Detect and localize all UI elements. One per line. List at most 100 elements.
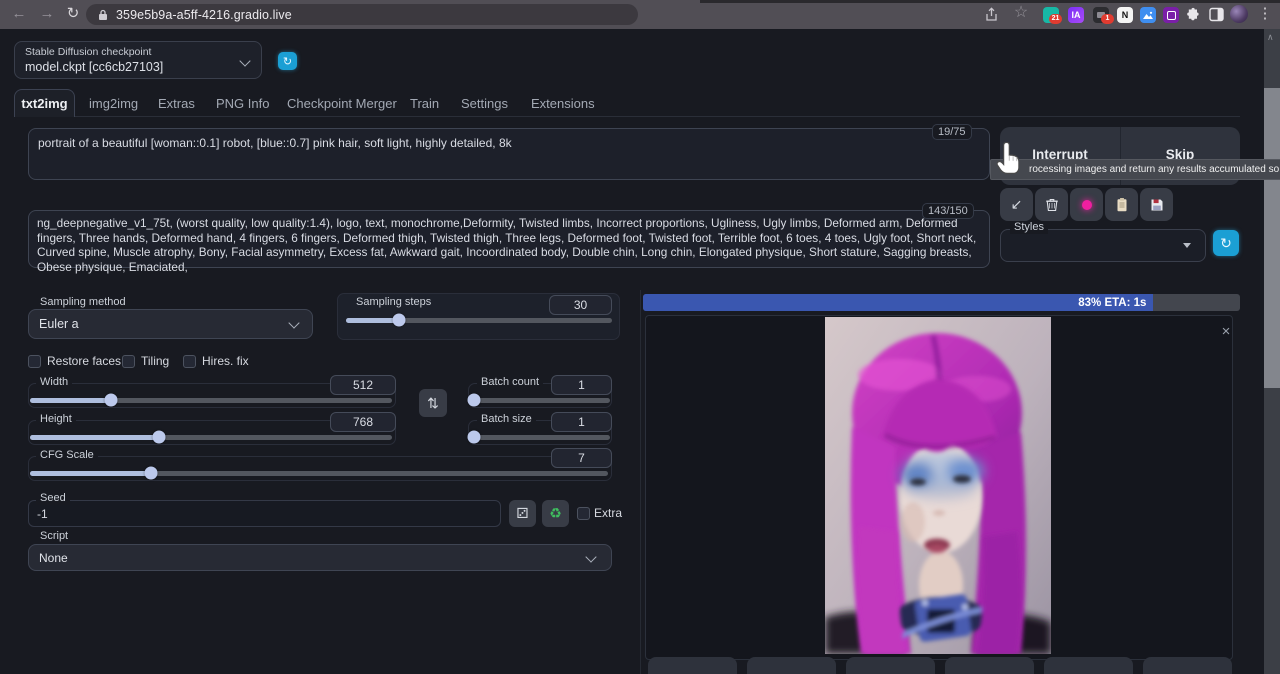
negative-prompt-textarea[interactable]: ng_deepnegative_v1_75t, (worst quality, … (28, 210, 990, 268)
script-value: None (39, 551, 68, 565)
interrupt-tooltip: rocessing images and return any results … (990, 159, 1280, 180)
tab-extras[interactable]: Extras (158, 96, 195, 111)
profile-avatar[interactable] (1230, 5, 1248, 23)
forward-icon[interactable]: → (36, 3, 58, 25)
seed-input[interactable]: -1 (28, 500, 501, 527)
sampling-method-select[interactable]: Euler a (28, 309, 313, 339)
slider-thumb[interactable] (105, 394, 118, 407)
close-image-icon[interactable]: × (1218, 323, 1234, 340)
hires-fix-label: Hires. fix (202, 354, 249, 368)
back-icon[interactable]: ← (8, 3, 30, 25)
share-icon[interactable] (984, 7, 999, 22)
progress-text: 83% ETA: 1s (1078, 297, 1146, 309)
sampling-steps-label: Sampling steps (352, 296, 435, 309)
width-slider[interactable] (30, 393, 392, 407)
checkpoint-label: Stable Diffusion checkpoint (25, 46, 151, 58)
height-input[interactable]: 768 (330, 412, 396, 432)
scrollbar-track[interactable]: ∧ (1264, 29, 1280, 674)
restore-faces-checkbox[interactable] (28, 355, 41, 368)
slider-thumb[interactable] (152, 431, 165, 444)
sampling-steps-value: 30 (574, 298, 587, 312)
refresh-checkpoint-button[interactable]: ↻ (278, 52, 297, 70)
tab-png-info[interactable]: PNG Info (216, 96, 269, 111)
slider-thumb[interactable] (468, 394, 481, 407)
prompt-textarea[interactable]: portrait of a beautiful [woman::0.1] rob… (28, 128, 990, 180)
tab-train[interactable]: Train (410, 96, 439, 111)
prompt-token-counter: 19/75 (932, 124, 972, 140)
lock-icon (98, 9, 108, 21)
sampling-steps-slider[interactable] (346, 313, 612, 327)
scroll-up-icon[interactable]: ∧ (1267, 32, 1274, 43)
gallery-action-button[interactable] (846, 657, 935, 674)
batch-count-value: 1 (578, 378, 585, 392)
gallery-action-button[interactable] (747, 657, 836, 674)
batch-count-input[interactable]: 1 (551, 375, 612, 395)
height-slider[interactable] (30, 430, 392, 444)
kebab-menu-icon[interactable]: ⋮ (1254, 3, 1276, 25)
batch-count-slider[interactable] (470, 393, 610, 407)
height-value: 768 (353, 415, 373, 429)
tab-img2img[interactable]: img2img (89, 96, 138, 111)
tab-underline (75, 116, 1240, 117)
cfg-scale-value: 7 (578, 451, 585, 465)
extension-icon-photos[interactable] (1140, 7, 1156, 23)
reload-icon[interactable]: ↻ (62, 3, 84, 25)
cfg-scale-slider[interactable] (30, 466, 608, 480)
refresh-styles-button[interactable]: ↻ (1213, 230, 1239, 256)
slider-track (470, 435, 610, 440)
batch-size-slider[interactable] (470, 430, 610, 444)
width-input[interactable]: 512 (330, 375, 396, 395)
batch-size-value: 1 (578, 415, 585, 429)
clipboard-icon (1115, 197, 1129, 212)
purple-glyph (1167, 11, 1176, 20)
batch-size-label: Batch size (477, 413, 536, 426)
seed-extra-checkbox[interactable] (577, 507, 590, 520)
apply-styles-button[interactable] (1105, 188, 1138, 221)
slider-fill (346, 318, 399, 323)
hires-fix-checkbox[interactable] (183, 355, 196, 368)
paste-generation-params-button[interactable]: ↙ (1000, 188, 1033, 221)
cfg-scale-input[interactable]: 7 (551, 448, 612, 468)
scrollbar-thumb[interactable] (1264, 88, 1280, 388)
tiling-checkbox[interactable] (122, 355, 135, 368)
extension-badge: 21 (1049, 14, 1062, 24)
reuse-seed-button[interactable]: ♻ (542, 500, 569, 527)
tab-txt2img[interactable]: txt2img (14, 89, 75, 117)
extension-icon-ia[interactable]: IA (1068, 7, 1084, 23)
swap-icon: ⇅ (427, 395, 439, 412)
sampling-steps-input[interactable]: 30 (549, 295, 612, 315)
swap-width-height-button[interactable]: ⇅ (419, 389, 447, 417)
mouse-cursor-hand (996, 141, 1024, 177)
random-seed-button[interactable]: ⚂ (509, 500, 536, 527)
extension-icon-notion[interactable]: N (1117, 7, 1133, 23)
checkpoint-dropdown[interactable]: Stable Diffusion checkpoint model.ckpt [… (14, 41, 262, 79)
clear-prompt-button[interactable] (1035, 188, 1068, 221)
chevron-down-icon (288, 317, 299, 328)
gallery-action-button[interactable] (945, 657, 1034, 674)
batch-size-input[interactable]: 1 (551, 412, 612, 432)
script-select[interactable]: None (28, 544, 612, 571)
generated-image[interactable] (825, 317, 1051, 654)
gallery-action-button[interactable] (1143, 657, 1232, 674)
slider-track (470, 398, 610, 403)
gallery-action-button[interactable] (648, 657, 737, 674)
extension-icon-purple[interactable] (1163, 7, 1179, 23)
address-bar[interactable]: 359e5b9a-a5ff-4216.gradio.live (86, 4, 638, 25)
styles-label: Styles (1010, 221, 1048, 234)
tab-checkpoint-merger[interactable]: Checkpoint Merger (287, 96, 397, 111)
negative-prompt-text: ng_deepnegative_v1_75t, (worst quality, … (29, 211, 989, 279)
slider-thumb[interactable] (393, 314, 406, 327)
extra-networks-button[interactable] (1070, 188, 1103, 221)
tab-extensions[interactable]: Extensions (531, 96, 595, 111)
bookmark-star-icon[interactable]: ☆ (1010, 2, 1032, 24)
chevron-down-icon (585, 551, 596, 562)
sidebar-toggle-icon[interactable] (1209, 7, 1224, 22)
slider-thumb[interactable] (145, 467, 158, 480)
mountain-glyph (1143, 11, 1153, 19)
extension-badge-2: 1 (1101, 14, 1114, 24)
gallery-action-button[interactable] (1044, 657, 1133, 674)
slider-thumb[interactable] (468, 431, 481, 444)
extensions-puzzle-icon[interactable] (1186, 7, 1201, 22)
save-style-button[interactable] (1140, 188, 1173, 221)
tab-settings[interactable]: Settings (461, 96, 508, 111)
